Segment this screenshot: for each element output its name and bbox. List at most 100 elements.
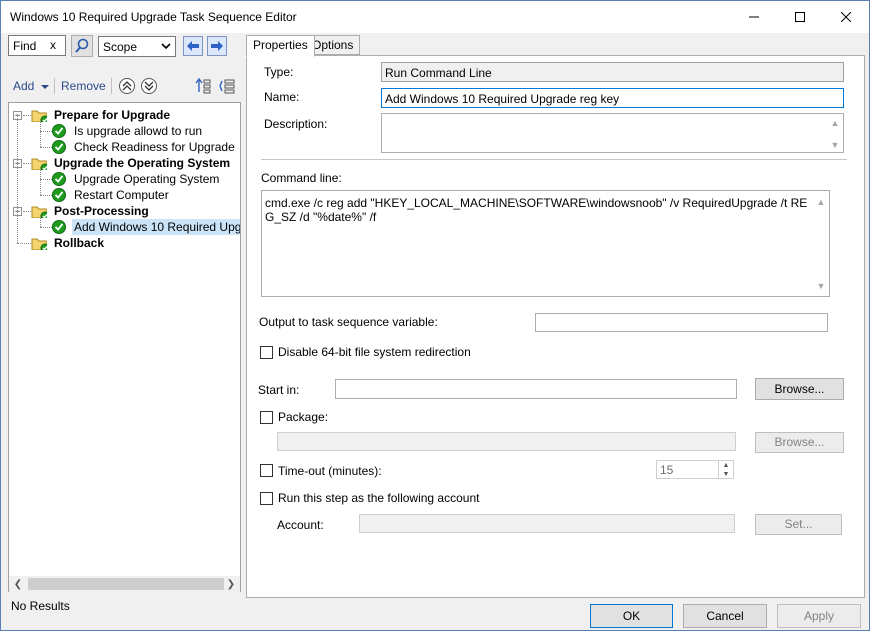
account-input[interactable] [359, 514, 735, 533]
find-clear-button[interactable]: x [50, 38, 56, 52]
disable-64bit-label: Disable 64-bit file system redirection [278, 345, 471, 359]
run-as-account-checkbox[interactable] [260, 492, 273, 505]
tree-connector [40, 169, 41, 195]
tree-connector [40, 179, 52, 180]
title-bar[interactable]: Windows 10 Required Upgrade Task Sequenc… [1, 1, 869, 33]
browse-start-in-button[interactable]: Browse... [755, 378, 844, 400]
scroll-up-icon[interactable]: ▲ [814, 195, 828, 209]
tree-group-row[interactable]: − Post-Processing [9, 203, 240, 219]
move-down-button[interactable] [141, 78, 157, 94]
tree-connector [40, 227, 52, 228]
tree-horizontal-scrollbar[interactable]: ❮ ❯ [9, 576, 240, 592]
apply-button[interactable]: Apply [777, 604, 861, 628]
description-input[interactable]: ▲ ▼ [381, 113, 844, 153]
tree-group-row[interactable]: − Upgrade the Operating System [9, 155, 240, 171]
find-next-button[interactable] [207, 36, 227, 56]
set-account-button[interactable]: Set... [755, 514, 842, 535]
ok-button[interactable]: OK [590, 604, 673, 628]
browse-package-button[interactable]: Browse... [755, 432, 844, 453]
tree-step-row[interactable]: Add Windows 10 Required Upgrade [9, 219, 240, 235]
double-chevron-up-icon [122, 81, 132, 91]
start-in-input[interactable] [335, 379, 737, 399]
arrow-left-icon [187, 41, 199, 51]
success-check-icon [52, 140, 66, 154]
scroll-right-icon[interactable]: ❯ [224, 577, 238, 591]
stepper-arrows[interactable]: ▲ ▼ [718, 461, 733, 478]
folder-icon [31, 158, 47, 170]
command-line-label: Command line: [261, 171, 342, 185]
package-checkbox[interactable] [260, 411, 273, 424]
list-properties-icon [219, 79, 235, 94]
tree-group-row[interactable]: − Prepare for Upgrade [9, 107, 240, 123]
add-button[interactable]: Add [13, 79, 49, 93]
scope-select[interactable]: Scope [98, 36, 176, 57]
scope-select-value: Scope [103, 40, 138, 54]
tree-step-row[interactable]: Check Readiness for Upgrade [9, 139, 240, 155]
tree-step-row[interactable]: Upgrade Operating System [9, 171, 240, 187]
run-as-account-label: Run this step as the following account [278, 491, 480, 505]
name-label: Name: [264, 90, 300, 104]
package-label: Package: [278, 410, 329, 424]
move-up-button[interactable] [119, 78, 135, 94]
scroll-down-icon[interactable]: ▼ [828, 138, 842, 152]
type-field: Run Command Line [381, 62, 844, 82]
find-previous-button[interactable] [183, 36, 203, 56]
name-input[interactable]: Add Windows 10 Required Upgrade reg key [381, 88, 844, 108]
output-variable-input[interactable] [535, 313, 828, 332]
task-sequence-tree[interactable]: − Prepare for Upgrade Is upgrade allowd to… [8, 102, 241, 592]
timeout-value: 15 [660, 463, 674, 477]
tree-connector [17, 115, 18, 243]
folder-icon [31, 206, 47, 218]
chevron-down-icon [161, 43, 171, 50]
maximize-button[interactable] [777, 1, 823, 33]
close-button[interactable] [823, 1, 869, 33]
tree-step-row[interactable]: Is upgrade allowd to run [9, 123, 240, 139]
toolbar-separator [111, 78, 112, 94]
scroll-up-icon[interactable]: ▲ [828, 116, 842, 130]
tree-connector [40, 147, 52, 148]
cancel-button[interactable]: Cancel [683, 604, 767, 628]
find-button[interactable] [71, 35, 93, 57]
folder-icon [31, 110, 47, 122]
timeout-stepper[interactable]: 15 ▲ ▼ [656, 460, 734, 479]
tree-connector [40, 121, 41, 147]
timeout-label: Time-out (minutes): [278, 464, 382, 478]
start-in-label: Start in: [258, 383, 300, 397]
stepper-up-icon[interactable]: ▲ [719, 461, 733, 470]
tree-step-row[interactable]: Restart Computer [9, 187, 240, 203]
tree-step-label: Restart Computer [74, 188, 169, 202]
tree-group-row[interactable]: Rollback [9, 235, 240, 251]
tree-connector [23, 163, 31, 164]
scrollbar-thumb[interactable] [28, 578, 224, 590]
tree-connector [40, 195, 52, 196]
type-value: Run Command Line [385, 66, 492, 80]
sort-button[interactable] [195, 77, 211, 97]
tree-connector [17, 243, 31, 244]
account-label: Account: [277, 518, 324, 532]
properties-list-button[interactable] [219, 78, 235, 97]
properties-panel: Type: Run Command Line Name: Add Windows… [246, 55, 865, 598]
minimize-button[interactable] [731, 1, 777, 33]
find-input-text: Find [13, 39, 37, 53]
find-input[interactable]: Find [8, 35, 66, 56]
scroll-left-icon[interactable]: ❮ [11, 577, 25, 591]
tree-step-label: Add Windows 10 Required Upgrade [72, 219, 240, 235]
tree-toolbar: Add Remove [8, 76, 240, 96]
tree-group-label: Post-Processing [54, 204, 149, 218]
type-label: Type: [264, 65, 294, 79]
arrow-right-icon [211, 41, 223, 51]
stepper-down-icon[interactable]: ▼ [719, 470, 733, 479]
folder-icon [31, 238, 47, 250]
scroll-down-icon[interactable]: ▼ [814, 279, 828, 293]
tree-step-label: Check Readiness for Upgrade [74, 140, 235, 154]
timeout-checkbox[interactable] [260, 464, 273, 477]
success-check-icon [52, 172, 66, 186]
add-button-label: Add [13, 79, 35, 93]
remove-button[interactable]: Remove [61, 79, 106, 93]
command-line-input[interactable]: cmd.exe /c reg add "HKEY_LOCAL_MACHINE\S… [261, 190, 830, 297]
command-line-value: cmd.exe /c reg add "HKEY_LOCAL_MACHINE\S… [265, 196, 808, 224]
double-chevron-down-icon [144, 81, 154, 91]
disable-64bit-checkbox[interactable] [260, 346, 273, 359]
package-input[interactable] [277, 432, 736, 451]
tab-properties[interactable]: Properties [246, 35, 315, 57]
